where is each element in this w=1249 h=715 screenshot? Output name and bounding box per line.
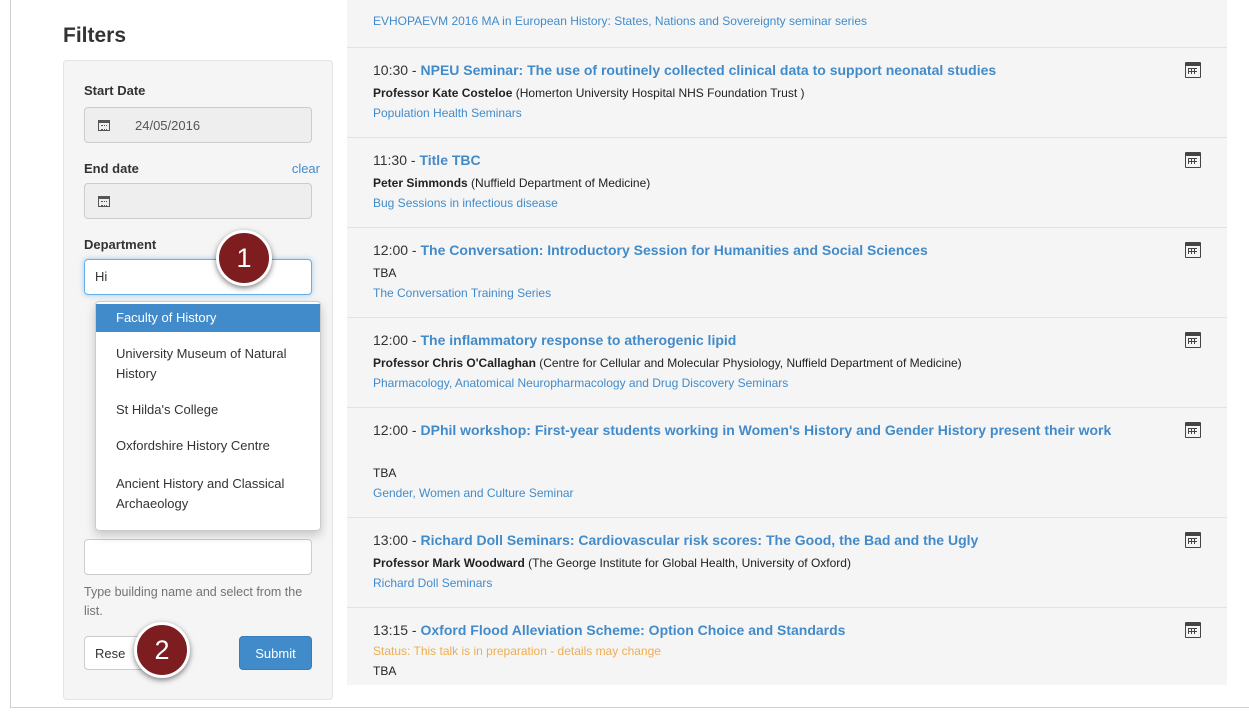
suggestion-item[interactable]: University Museum of Natural History [96,344,320,384]
department-label: Department [84,237,157,252]
calendar-icon[interactable] [1185,622,1201,638]
talk-speaker: TBA [373,466,397,480]
suggestion-item[interactable]: Ancient History and Classical Archaeolog… [96,474,320,514]
location-help-text: Type building name and select from the l… [84,585,303,618]
submit-button[interactable]: Submit [239,636,312,670]
talk-series-link[interactable]: EVHOPAEVM 2016 MA in European History: S… [373,14,867,28]
talk-series-link[interactable]: Population Health Seminars [373,104,522,122]
talk-status: Status: This talk is in preparation - de… [373,642,661,660]
calendar-icon[interactable] [85,108,123,142]
talk-time: 12:00 [373,242,409,258]
talk-affiliation: (Nuffield Department of Medicine) [471,176,651,190]
talk-time: 11:30 [373,152,407,168]
talk-item: 13:00 - Richard Doll Seminars: Cardiovas… [347,518,1227,608]
talk-series-link[interactable]: Pharmacology, Anatomical Neuropharmacolo… [373,374,788,392]
department-input[interactable]: Hi [84,259,312,295]
browser-content: Filters Start Date 24/05/2016 End date c… [10,0,1249,708]
start-date-value: 24/05/2016 [135,118,201,133]
talk-affiliation: (Centre for Cellular and Molecular Physi… [539,356,962,370]
start-date-field[interactable]: 24/05/2016 [84,107,312,143]
end-date-field[interactable] [84,183,312,219]
suggestion-item[interactable]: St Hilda's College [96,400,320,420]
talk-speaker: Professor Kate Costeloe [373,86,513,100]
talk-item: 10:30 - NPEU Seminar: The use of routine… [347,48,1227,138]
calendar-icon[interactable] [1185,152,1201,168]
talk-series-link[interactable]: The Conversation Training Series [373,284,551,302]
talk-series-link[interactable]: Bug Sessions in infectious disease [373,194,558,212]
end-date-label: End date [84,161,139,176]
talk-speaker: TBA [373,664,397,678]
calendar-icon[interactable] [1185,242,1201,258]
talk-title-link[interactable]: Oxford Flood Alleviation Scheme: Option … [421,622,846,638]
talk-time: 12:00 [373,332,409,348]
talk-item: 11:30 - Title TBC Peter Simmonds (Nuffie… [347,138,1227,228]
step-callout-2: 2 [134,622,190,678]
calendar-icon[interactable] [1185,332,1201,348]
status-label: Status: [373,644,411,658]
talk-speaker: TBA [373,266,397,280]
talk-item: 12:00 - DPhil workshop: First-year stude… [347,408,1227,518]
talk-series-link[interactable]: Richard Doll Seminars [373,574,492,592]
department-suggestions: Faculty of History University Museum of … [95,301,321,531]
talk-list: EVHOPAEVM 2016 MA in European History: S… [347,0,1227,685]
suggestion-item[interactable]: Faculty of History [96,304,320,332]
start-date-label: Start Date [84,83,146,98]
talk-title-link[interactable]: The Conversation: Introductory Session f… [421,242,928,258]
talk-time: 10:30 [373,62,409,78]
status-text: This talk is in preparation - details ma… [413,644,661,658]
calendar-icon[interactable] [85,184,123,218]
talk-title-link[interactable]: Richard Doll Seminars: Cardiovascular ri… [421,532,979,548]
talk-time: 12:00 [373,422,409,438]
talk-time: 13:15 [373,622,409,638]
calendar-icon[interactable] [1185,422,1201,438]
talk-item: EVHOPAEVM 2016 MA in European History: S… [347,0,1227,48]
talk-title-link[interactable]: The inflammatory response to atherogenic… [421,332,737,348]
clear-end-date-link[interactable]: clear [292,161,320,176]
talk-title-link[interactable]: DPhil workshop: First-year students work… [421,422,1112,438]
talk-title-link[interactable]: Title TBC [419,152,480,168]
talk-time: 13:00 [373,532,409,548]
step-callout-1: 1 [216,230,272,286]
calendar-icon[interactable] [1185,62,1201,78]
talk-series-link[interactable]: Gender, Women and Culture Seminar [373,484,574,502]
talk-item: 13:15 - Oxford Flood Alleviation Scheme:… [347,608,1227,685]
talk-affiliation: (The George Institute for Global Health,… [528,556,851,570]
filters-title: Filters [63,24,127,47]
suggestion-item[interactable]: Oxfordshire History Centre [96,436,320,456]
talk-speaker: Professor Chris O'Callaghan [373,356,536,370]
talk-title-link[interactable]: NPEU Seminar: The use of routinely colle… [421,62,997,78]
talk-item: 12:00 - The Conversation: Introductory S… [347,228,1227,318]
talk-item: 12:00 - The inflammatory response to ath… [347,318,1227,408]
talk-speaker: Professor Mark Woodward [373,556,525,570]
talk-affiliation: (Homerton University Hospital NHS Founda… [515,86,805,100]
calendar-icon[interactable] [1185,532,1201,548]
location-input[interactable] [84,539,312,575]
talk-speaker: Peter Simmonds [373,176,468,190]
